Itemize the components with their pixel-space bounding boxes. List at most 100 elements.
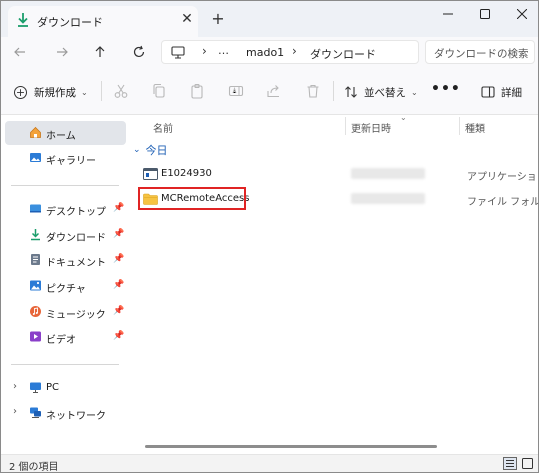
breadcrumb-user[interactable]: mado1	[246, 46, 284, 59]
sidebar-item-label: ギャラリー	[46, 156, 96, 167]
pc-icon	[30, 382, 41, 393]
sidebar-item-label: ビデオ	[46, 335, 76, 346]
toolbar-divider	[101, 81, 102, 101]
folder-icon	[143, 193, 158, 205]
sidebar-item-documents[interactable]: ドキュメント 📌	[5, 248, 126, 272]
file-row[interactable]: MCRemoteAccess ファイル フォルダー	[133, 188, 538, 210]
details-view-button[interactable]	[503, 457, 517, 470]
arrow-left-icon	[14, 47, 25, 57]
minimize-icon	[443, 13, 453, 15]
group-header-today[interactable]: ⌄ 今日	[133, 142, 168, 158]
new-tab-button[interactable]: +	[210, 10, 226, 28]
download-icon	[18, 13, 28, 27]
pin-icon[interactable]: 📌	[113, 306, 124, 318]
close-window-button[interactable]	[504, 1, 538, 27]
minimize-button[interactable]	[430, 1, 466, 27]
share-button[interactable]	[266, 83, 282, 99]
new-button-label: 新規作成	[34, 86, 76, 99]
column-separator[interactable]	[459, 117, 460, 135]
delete-button[interactable]	[305, 83, 321, 99]
tiles-view-icon	[522, 458, 533, 469]
download-icon	[31, 229, 40, 241]
file-row[interactable]: E1024930 アプリケーション	[133, 163, 538, 185]
rename-button[interactable]	[228, 83, 244, 99]
sidebar-item-gallery[interactable]: ギャラリー	[5, 146, 126, 170]
sort-caret-icon: ⌄	[400, 113, 407, 122]
scissors-icon	[114, 84, 128, 98]
arrow-up-icon	[95, 46, 105, 57]
home-icon	[30, 126, 41, 138]
sidebar-divider	[11, 185, 119, 186]
network-icon	[30, 407, 41, 418]
group-header-label: 今日	[145, 144, 168, 157]
breadcrumb-overflow-button[interactable]: …	[218, 44, 230, 57]
plus-circle-icon: +	[14, 85, 27, 99]
details-pane-button[interactable]: 詳細	[481, 83, 522, 101]
maximize-icon	[480, 9, 490, 19]
sidebar-item-downloads[interactable]: ダウンロード 📌	[5, 223, 126, 247]
documents-icon	[31, 254, 40, 265]
chevron-right-icon[interactable]: ›	[13, 381, 17, 392]
column-header-name[interactable]: 名前	[153, 120, 173, 135]
forward-button[interactable]	[51, 42, 73, 62]
sidebar-item-videos[interactable]: ビデオ 📌	[5, 325, 126, 349]
paste-button[interactable]	[189, 83, 205, 99]
sidebar-item-home[interactable]: ホーム	[5, 121, 126, 145]
file-date-redacted	[351, 193, 425, 204]
sort-button[interactable]: 並べ替え ⌄	[344, 83, 418, 101]
large-icons-view-button[interactable]	[521, 457, 534, 470]
sidebar-item-network[interactable]: › ネットワーク	[5, 401, 126, 425]
horizontal-scrollbar[interactable]	[145, 445, 437, 448]
breadcrumb-downloads[interactable]: ダウンロード	[310, 46, 376, 62]
sidebar-item-label: ピクチャ	[46, 284, 86, 295]
tab-downloads[interactable]: ダウンロード ✕	[8, 6, 198, 37]
column-header-type[interactable]: 種類	[465, 120, 485, 135]
tab-close-button[interactable]: ✕	[180, 11, 194, 27]
sidebar-item-music[interactable]: ミュージック 📌	[5, 300, 126, 324]
sidebar-item-label: ダウンロード	[46, 233, 106, 244]
up-button[interactable]	[89, 42, 111, 62]
tab-title: ダウンロード	[37, 16, 103, 29]
chevron-right-icon: ›	[202, 44, 207, 58]
command-bar: + 新規作成 ⌄ 並べ替え ⌄ ••• 詳細	[1, 67, 538, 115]
close-icon	[517, 9, 527, 19]
desktop-icon	[30, 204, 41, 213]
chevron-right-icon[interactable]: ›	[292, 44, 297, 58]
maximize-button[interactable]	[467, 1, 503, 27]
chevron-down-icon: ⌄	[133, 145, 141, 155]
refresh-button[interactable]	[128, 42, 150, 62]
sidebar-item-pictures[interactable]: ピクチャ 📌	[5, 274, 126, 298]
sidebar-item-pc[interactable]: › PC	[5, 376, 126, 400]
sidebar-item-label: ネットワーク	[46, 411, 106, 422]
navigation-pane: ホーム ギャラリー デスクトップ 📌 ダウンロード 📌 ドキュメント 📌 ピクチ…	[1, 115, 129, 454]
sidebar-item-label: ミュージック	[46, 310, 106, 321]
search-placeholder: ダウンロードの検索	[434, 48, 529, 60]
music-icon	[30, 306, 41, 317]
address-bar-row: › … mado1 › ダウンロード ダウンロードの検索	[1, 37, 538, 67]
rename-icon	[228, 85, 244, 97]
cut-button[interactable]	[113, 83, 129, 99]
column-header-date[interactable]: 更新日時	[351, 120, 391, 135]
chevron-right-icon[interactable]: ›	[13, 406, 17, 417]
pictures-icon	[30, 280, 41, 291]
address-box[interactable]: › … mado1 › ダウンロード	[161, 40, 419, 64]
more-options-button[interactable]: •••	[431, 81, 461, 97]
search-input[interactable]: ダウンロードの検索	[425, 40, 535, 64]
pin-icon[interactable]: 📌	[113, 229, 124, 241]
chevron-down-icon: ⌄	[411, 87, 418, 97]
clipboard-icon	[191, 83, 203, 99]
copy-button[interactable]	[151, 83, 167, 99]
pin-icon[interactable]: 📌	[113, 331, 124, 343]
column-separator[interactable]	[345, 117, 346, 135]
toolbar-divider	[333, 81, 334, 101]
copy-icon	[153, 83, 165, 98]
sidebar-item-desktop[interactable]: デスクトップ 📌	[5, 197, 126, 221]
new-button[interactable]: + 新規作成 ⌄	[14, 83, 88, 101]
back-button[interactable]	[9, 42, 31, 62]
pin-icon[interactable]: 📌	[113, 203, 124, 215]
item-count: 2 個の項目	[9, 462, 59, 473]
trash-icon	[307, 84, 319, 98]
pin-icon[interactable]: 📌	[113, 280, 124, 292]
column-header-row: 名前 更新日時 ⌄ 種類	[129, 113, 538, 137]
pin-icon[interactable]: 📌	[113, 254, 124, 266]
